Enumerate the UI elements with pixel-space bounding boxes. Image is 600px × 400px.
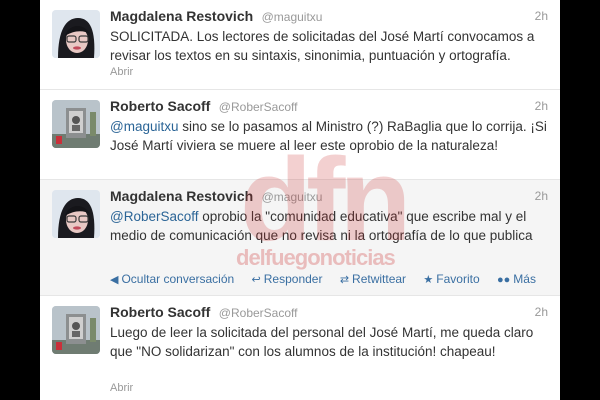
action-label: Ocultar conversación xyxy=(121,272,235,286)
tweet-expanded[interactable]: Magdalena Restovich @maguitxu 2h @RoberS… xyxy=(40,180,560,296)
tweet[interactable]: Roberto Sacoff @RoberSacoff 2h @maguitxu… xyxy=(40,90,560,180)
author-name[interactable]: Roberto Sacoff xyxy=(110,98,210,114)
retweet-icon: ⇄ xyxy=(339,274,350,286)
avatar-image-icon xyxy=(52,10,100,58)
action-label: Favorito xyxy=(436,272,480,286)
star-icon: ★ xyxy=(423,274,434,286)
tweet-header: Magdalena Restovich @maguitxu 2h xyxy=(110,8,548,26)
tweet[interactable]: Magdalena Restovich @maguitxu 2h SOLICIT… xyxy=(40,0,560,90)
tweet-header: Magdalena Restovich @maguitxu 2h xyxy=(110,188,548,206)
author-handle[interactable]: @maguitxu xyxy=(262,10,323,24)
tweet-text: Luego de leer la solicitada del personal… xyxy=(110,325,534,359)
open-link[interactable]: Abrir xyxy=(110,66,133,78)
timestamp[interactable]: 2h xyxy=(535,99,548,113)
tweet[interactable]: Roberto Sacoff @RoberSacoff 2h Luego de … xyxy=(40,296,560,400)
more-icon: ●● xyxy=(496,274,511,286)
timestamp[interactable]: 2h xyxy=(535,305,548,319)
tweet-text: @RoberSacoff oprobio la "comunidad educa… xyxy=(110,207,550,245)
avatar[interactable] xyxy=(52,100,100,148)
tweet-feed: Magdalena Restovich @maguitxu 2h SOLICIT… xyxy=(40,0,560,400)
avatar[interactable] xyxy=(52,190,100,238)
tweet-header: Roberto Sacoff @RoberSacoff 2h xyxy=(110,304,548,322)
author-name[interactable]: Magdalena Restovich xyxy=(110,188,253,204)
favorite-button[interactable]: ★ Favorito xyxy=(423,272,479,286)
avatar-image-icon xyxy=(52,190,100,238)
tweet-text: SOLICITADA. Los lectores de solicitadas … xyxy=(110,29,535,63)
open-link[interactable]: Abrir xyxy=(110,382,133,394)
tweet-text: @maguitxu sino se lo pasamos al Ministro… xyxy=(110,117,550,155)
tweet-header: Roberto Sacoff @RoberSacoff 2h xyxy=(110,98,548,116)
avatar-image-icon xyxy=(52,100,100,148)
retweet-button[interactable]: ⇄ Retwittear xyxy=(340,272,406,286)
reply-button[interactable]: ↩ Responder xyxy=(252,272,323,286)
action-label: Responder xyxy=(263,272,323,286)
hide-conversation-button[interactable]: ◀ Ocultar conversación xyxy=(110,272,234,286)
mention-link[interactable]: @RoberSacoff xyxy=(110,209,199,224)
action-label: Retwittear xyxy=(352,272,407,286)
avatar[interactable] xyxy=(52,306,100,354)
avatar-image-icon xyxy=(52,306,100,354)
action-label: Más xyxy=(513,272,536,286)
author-handle[interactable]: @RoberSacoff xyxy=(219,100,298,114)
arrow-left-icon: ◀ xyxy=(110,274,119,286)
timestamp[interactable]: 2h xyxy=(535,9,548,23)
author-name[interactable]: Magdalena Restovich xyxy=(110,8,253,24)
author-handle[interactable]: @maguitxu xyxy=(262,190,323,204)
avatar[interactable] xyxy=(52,10,100,58)
more-button[interactable]: ●● Más xyxy=(497,272,536,286)
reply-icon: ↩ xyxy=(251,274,261,286)
author-handle[interactable]: @RoberSacoff xyxy=(219,306,298,320)
timestamp[interactable]: 2h xyxy=(535,189,548,203)
author-name[interactable]: Roberto Sacoff xyxy=(110,304,210,320)
mention-link[interactable]: @maguitxu xyxy=(110,119,178,134)
tweet-actions: ◀ Ocultar conversación ↩ Responder ⇄ Retwit… xyxy=(110,272,550,286)
